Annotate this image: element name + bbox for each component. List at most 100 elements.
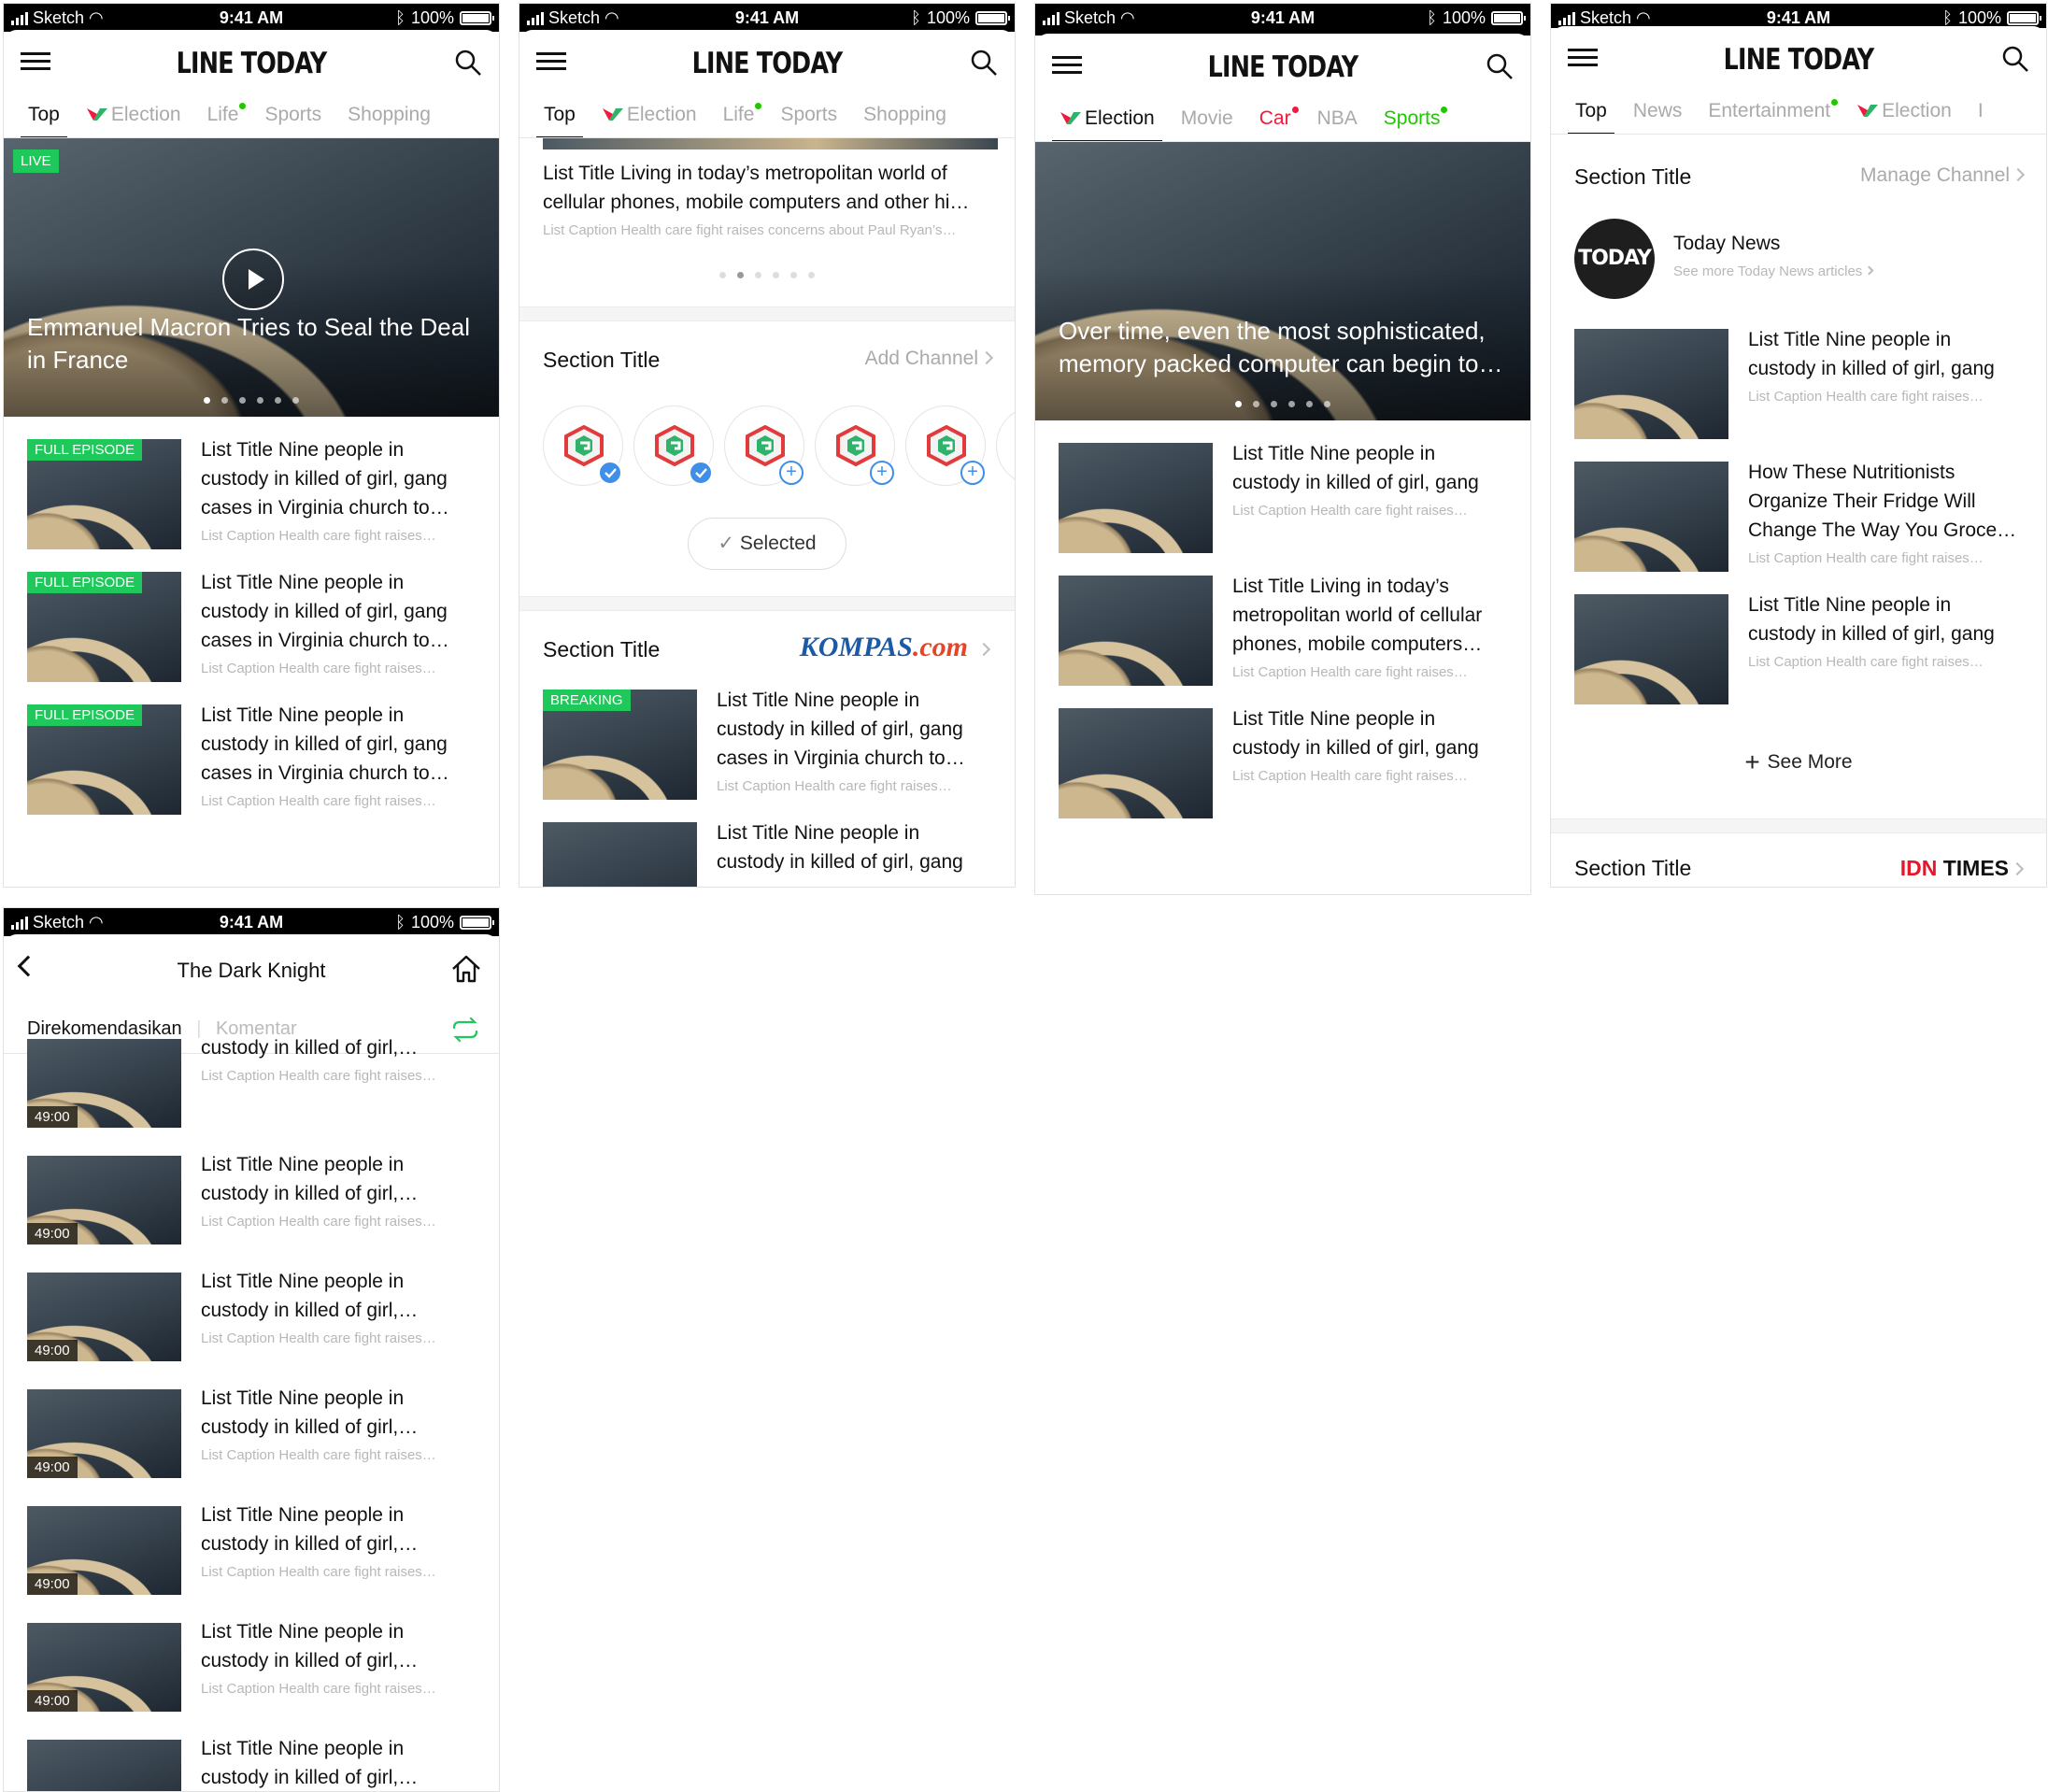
video-item[interactable]: 49:00 custody in killed of girl,… List Cap… [4,1017,499,1133]
article-list: List Title Nine people in custody in kil… [1551,306,2046,704]
selected-button[interactable]: ✓ Selected [688,518,846,570]
selected-label: Selected [739,533,817,554]
tab-i[interactable]: I [1965,88,1997,134]
tab-car[interactable]: Car [1246,95,1304,141]
carousel-dot[interactable] [790,272,797,278]
tab-news[interactable]: News [1620,88,1696,134]
carousel-dot[interactable] [1324,401,1330,407]
list-item[interactable]: FULL EPISODE List Title Nine people in cu… [4,682,499,815]
carousel-dot[interactable] [257,397,263,404]
search-icon[interactable] [970,49,998,77]
video-item[interactable]: 49:00 List Title Nine people in custody i… [4,1133,499,1250]
hero-banner[interactable]: LIVE Emmanuel Macron Tries to Seal the D… [4,138,499,417]
status-bar: Sketch ◠ 9:41 AM ᛒ 100% [1551,4,2046,28]
channel-option[interactable] [633,405,714,486]
list-item[interactable]: List Title Nine people in custody in kil… [1035,420,1530,553]
tab-election[interactable]: Election [1843,88,1965,134]
carousel-dot[interactable] [1288,401,1295,407]
carousel-dot[interactable] [773,272,779,278]
carousel-dot[interactable] [737,272,744,278]
home-icon[interactable] [450,953,482,985]
channel-option[interactable]: + [815,405,895,486]
channel-row[interactable]: TODAY Today News See more Today News art… [1551,209,2046,306]
add-channel-link[interactable]: Add Channel [865,348,994,370]
list-caption: List Caption Health care fight raises… [201,1564,436,1580]
tab-top[interactable]: Top [531,92,589,137]
carousel-dot[interactable] [1271,401,1277,407]
video-item[interactable]: 49:00 List Title Nine people in custody i… [4,1250,499,1367]
carousel-dot[interactable] [221,397,228,404]
search-icon[interactable] [2001,45,2029,73]
tab-movie[interactable]: Movie [1168,95,1246,141]
manage-channel-link[interactable]: Manage Channel [1860,164,2026,187]
carousel-dot[interactable] [1235,401,1242,407]
search-icon[interactable] [454,49,482,77]
tab-life[interactable]: Life [194,92,252,137]
add-badge-icon: + [779,461,804,485]
carousel-dot[interactable] [1253,401,1259,407]
carousel-dot[interactable] [719,272,726,278]
tab-sports[interactable]: Sports [1371,95,1454,141]
thumbnail: 49:00 [27,1039,181,1128]
carousel-dot[interactable] [275,397,281,404]
carousel-dot[interactable] [1306,401,1313,407]
brand-logo: LINE TODAY [691,47,843,80]
tab-sports[interactable]: Sports [251,92,334,137]
screen-election: Sketch ◠ 9:41 AM ᛒ 100% LINE TODAY Electio… [1034,3,1531,895]
publisher-logo-kompas[interactable]: KOMPAS.com [800,632,968,663]
channel-see-more[interactable]: See more Today News articles [1673,263,1874,279]
menu-icon[interactable] [536,52,566,71]
screen-home-top: Sketch ◠ 9:41 AM ᛒ 100% LINE TODAY Top Elec… [3,3,500,888]
tab-top[interactable]: Top [1562,88,1620,134]
list-item[interactable]: FULL EPISODE List Title Nine people in cu… [4,417,499,549]
menu-icon[interactable] [21,52,50,71]
thumbnail [27,1740,181,1791]
list-item[interactable]: List Title Living in today’s metropolita… [519,138,1015,306]
see-more-button[interactable]: + See More [1551,747,2046,777]
channel-option[interactable]: + [996,405,1015,486]
channel-name: Today News [1673,233,1781,254]
tab-shopping[interactable]: Shopping [334,92,444,137]
tab-shopping[interactable]: Shopping [850,92,960,137]
tab-nba[interactable]: NBA [1304,95,1371,141]
carousel-dot[interactable] [204,397,210,404]
bluetooth-icon: ᛒ [395,913,405,932]
tab-sports[interactable]: Sports [767,92,850,137]
video-item[interactable]: 49:00 List Title Nine people in custody i… [4,1484,499,1600]
tab-top[interactable]: Top [15,92,73,137]
carousel-dot[interactable] [755,272,761,278]
list-item[interactable]: BREAKING List Title Nine people in custod… [519,667,1015,800]
carousel-dot[interactable] [808,272,815,278]
search-icon[interactable] [1486,52,1514,80]
tab-election[interactable]: Election [73,92,194,137]
play-icon[interactable] [222,249,284,310]
tab-election[interactable]: Election [1046,95,1168,141]
detail-title: The Dark Knight [177,959,326,982]
video-item[interactable]: 49:00 List Title Nine people in custody i… [4,1367,499,1484]
list-item[interactable]: List Title Living in today’s metropolita… [1035,553,1530,686]
tab-label: I [1977,99,1984,121]
video-item[interactable]: 49:00 List Title Nine people in custody i… [4,1600,499,1717]
publisher-logo-idn[interactable]: IDN TIMES [1900,856,2009,881]
list-item[interactable]: List Title Nine people in custody in kil… [1035,686,1530,818]
channel-option[interactable]: + [724,405,804,486]
list-item[interactable]: List Title Nine people in custody in kil… [1551,572,2046,704]
carousel-dot[interactable] [239,397,246,404]
tab-election[interactable]: Election [589,92,710,137]
channel-option[interactable]: + [905,405,986,486]
list-item[interactable]: How These Nutritionists Organize Their F… [1551,439,2046,572]
video-item[interactable]: List Title Nine people in custody in kil… [4,1717,499,1791]
duration-badge: 49:00 [27,1106,78,1128]
hero-banner[interactable]: Over time, even the most sophisticated, … [1035,142,1530,420]
tab-entertainment[interactable]: Entertainment [1695,88,1843,134]
carousel-dot[interactable] [292,397,299,404]
tab-label: NBA [1316,107,1358,129]
menu-icon[interactable] [1568,49,1598,67]
list-item[interactable]: List Title Nine people in custody in kil… [1551,306,2046,439]
tab-life[interactable]: Life [710,92,768,137]
channel-option[interactable] [543,405,623,486]
list-item[interactable]: List Title Nine people in custody in kil… [519,800,1015,887]
menu-icon[interactable] [1052,56,1082,75]
tab-label: Election [1882,99,1952,121]
list-item[interactable]: FULL EPISODE List Title Nine people in cu… [4,549,499,682]
